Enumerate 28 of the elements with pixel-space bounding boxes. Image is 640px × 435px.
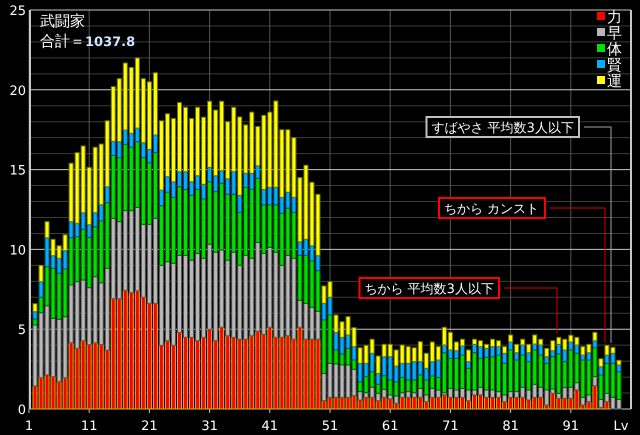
- axis-tick-label: 11: [80, 419, 98, 434]
- axis-label: Lv: [614, 419, 628, 434]
- annotation-callout: ちから 平均数3人以下: [358, 277, 500, 299]
- legend-label: 早: [607, 24, 622, 42]
- chart-title: 武闘家: [40, 12, 85, 30]
- axis-tick-label: 0: [18, 403, 26, 418]
- axis-tick-label: 61: [382, 419, 398, 434]
- legend-label: 賢: [607, 56, 622, 74]
- axis-tick-label: 31: [201, 419, 218, 434]
- annotation-callout: すばやさ 平均数3人以下: [426, 116, 580, 138]
- axis-tick-label: 25: [9, 4, 26, 19]
- annotation-callout: ちから カンスト: [438, 197, 546, 219]
- axis-tick-label: 5: [18, 323, 26, 338]
- axis-tick-label: 51: [322, 419, 338, 434]
- total-label: 合計＝: [40, 32, 85, 50]
- axis-tick-label: 1: [24, 419, 34, 434]
- legend-label: 力: [607, 8, 622, 26]
- axis-tick-label: 21: [141, 419, 158, 434]
- axis-tick-label: 15: [9, 164, 26, 179]
- legend-label: 体: [607, 40, 622, 58]
- axis-tick-label: 41: [262, 419, 278, 434]
- legend-label: 運: [607, 72, 622, 90]
- axis-tick-label: 20: [9, 84, 26, 99]
- axis-tick-label: 81: [502, 419, 519, 434]
- axis-tick-label: 10: [9, 243, 26, 258]
- total-value: 1037.8: [85, 35, 136, 50]
- axis-tick-label: 91: [562, 419, 580, 434]
- axis-tick-label: 71: [442, 419, 459, 434]
